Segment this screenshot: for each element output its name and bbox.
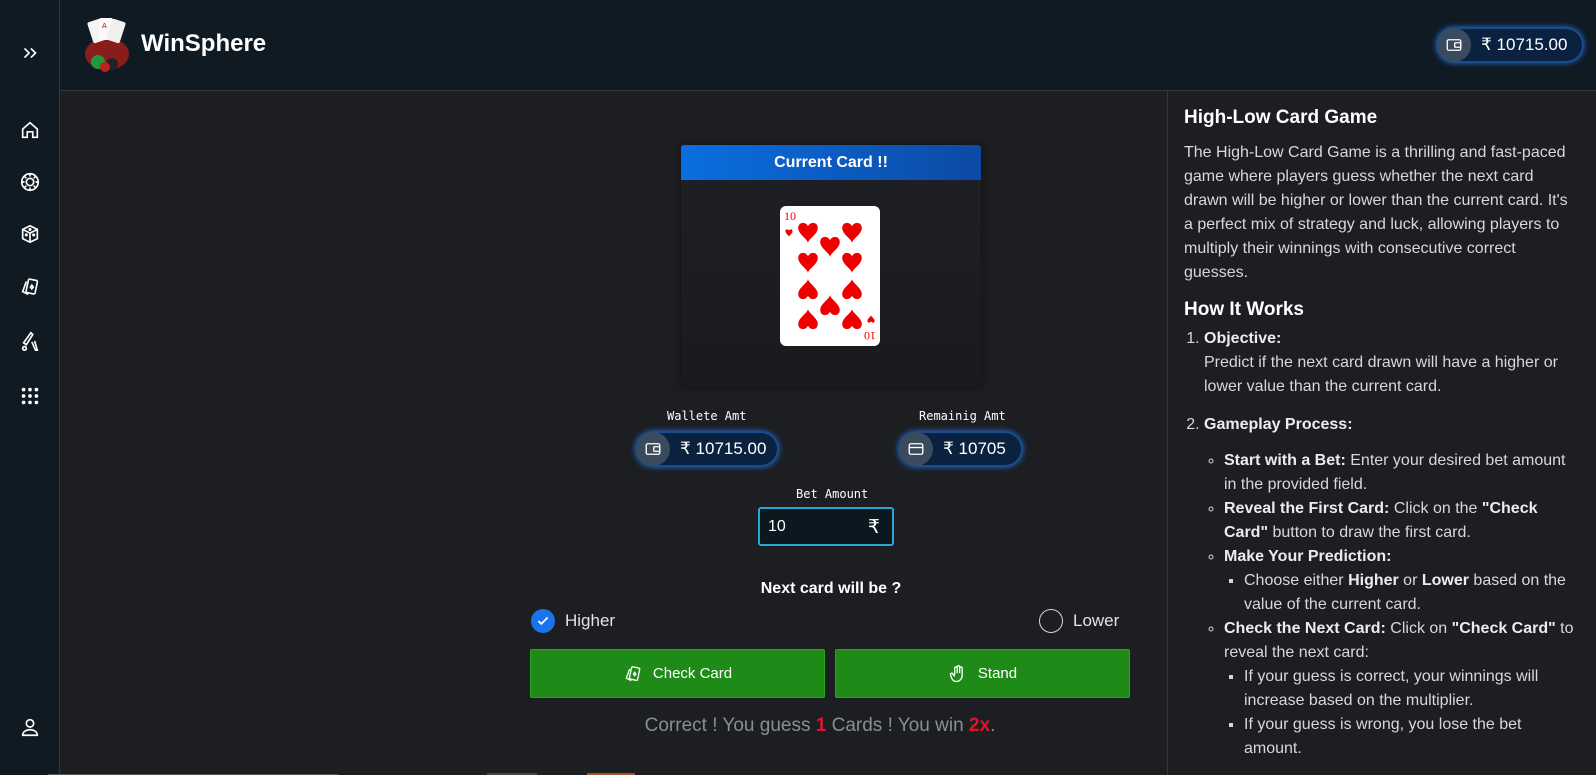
bet-amount-field: ₹ — [758, 507, 894, 546]
remaining-amount-display: ₹ 10705 — [898, 431, 1023, 467]
result-prefix: Correct ! You guess — [644, 715, 816, 736]
lower-option[interactable]: Lower — [1039, 609, 1119, 633]
hearts-card-face-icon: 10 10 — [784, 209, 876, 343]
sidebar — [0, 0, 60, 775]
stand-label: Stand — [977, 665, 1018, 682]
higher-option[interactable]: Higher — [531, 609, 615, 633]
step-text: Click on the — [1389, 500, 1482, 517]
result-suffix: . — [990, 715, 996, 736]
sidebar-item-more-games[interactable] — [14, 380, 46, 412]
svg-text:A: A — [102, 22, 107, 30]
cards-icon — [625, 665, 641, 681]
game-info-panel: High-Low Card Game The High-Low Card Gam… — [1167, 91, 1596, 775]
result-message: Correct ! You guess 1 Cards ! You win 2x… — [520, 715, 1120, 737]
logo-cards-icon: A — [85, 18, 129, 72]
top-header: A WinSphere ₹ 10715.00 — [60, 0, 1596, 91]
how-it-works-heading: How It Works — [1184, 299, 1304, 320]
credit-card-icon — [899, 432, 933, 466]
step-text: Choose either — [1244, 572, 1349, 589]
process-steps: Start with a Bet: Enter your desired bet… — [1224, 449, 1580, 761]
step-title: Start with a Bet: — [1224, 452, 1346, 469]
check-card-button[interactable]: Check Card — [530, 649, 825, 698]
list-item: If your guess is correct, your winnings … — [1244, 665, 1580, 713]
apps-grid-icon — [21, 387, 39, 405]
rupee-currency-icon: ₹ — [867, 517, 880, 538]
current-card-title: Current Card !! — [681, 145, 981, 180]
higher-label: Higher — [565, 611, 616, 630]
header-wallet-balance[interactable]: ₹ 10715.00 — [1436, 27, 1584, 63]
remaining-amount-value: ₹ 10705 — [943, 439, 1006, 458]
list-item: If your guess is wrong, you lose the bet… — [1244, 713, 1580, 761]
lower-label: Lower — [1073, 611, 1120, 630]
checkmark-icon — [537, 616, 549, 626]
hand-icon — [949, 664, 963, 682]
how-it-works-list: Objective: Predict if the next card draw… — [1204, 327, 1580, 761]
objective-title: Objective: — [1204, 330, 1282, 347]
list-item: Choose either Higher or Lower based on t… — [1244, 569, 1580, 617]
list-item: Gameplay Process: Start with a Bet: Ente… — [1204, 413, 1580, 761]
list-item: Check the Next Card: Click on "Check Car… — [1224, 617, 1580, 761]
svg-text:10: 10 — [784, 209, 796, 223]
step-title: Make Your Prediction: — [1224, 548, 1392, 565]
wallet-amount-label: Wallete Amt — [667, 409, 747, 423]
brand-name: WinSphere — [141, 30, 267, 57]
sidebar-item-cricket[interactable] — [14, 325, 46, 357]
wallet-icon — [636, 432, 670, 466]
step-text: or — [1398, 572, 1422, 589]
prediction-question: Next card will be ? — [760, 580, 902, 597]
process-title: Gameplay Process: — [1204, 416, 1353, 433]
remaining-amount-label: Remainig Amt — [919, 409, 1006, 423]
bet-amount-label: Bet Amount — [796, 487, 869, 501]
step-title: Check the Next Card: — [1224, 620, 1386, 637]
objective-text: Predict if the next card drawn will have… — [1204, 354, 1558, 395]
result-count: 1 — [815, 715, 827, 736]
sidebar-item-home[interactable] — [14, 114, 46, 146]
roulette-icon — [20, 172, 40, 192]
cards-icon — [21, 278, 39, 296]
chevrons-right-icon — [23, 47, 37, 59]
sidebar-item-profile[interactable] — [14, 711, 46, 743]
step-text: Click on — [1385, 620, 1452, 637]
list-item: Reveal the First Card: Click on the "Che… — [1224, 497, 1580, 545]
info-description: The High-Low Card Game is a thrilling an… — [1184, 144, 1568, 281]
winsphere-logo[interactable]: A — [82, 14, 132, 74]
lower-radio[interactable] — [1039, 609, 1063, 633]
cricket-icon — [21, 331, 39, 351]
result-multiplier: 2x — [968, 715, 991, 736]
higher-radio[interactable] — [531, 609, 555, 633]
stand-button[interactable]: Stand — [835, 649, 1130, 698]
sidebar-item-cards[interactable] — [14, 271, 46, 303]
sidebar-item-roulette[interactable] — [14, 166, 46, 198]
home-icon — [21, 121, 39, 139]
wallet-amount-display: ₹ 10715.00 — [635, 431, 779, 467]
game-area: Current Card !! 10 10 Wallete Amt ₹ 1071… — [60, 91, 1167, 775]
list-item: Make Your Prediction: Choose either High… — [1224, 545, 1580, 617]
current-card-panel: Current Card !! 10 10 — [681, 145, 981, 387]
bet-amount-input[interactable] — [768, 517, 858, 536]
list-item: Start with a Bet: Enter your desired bet… — [1224, 449, 1580, 497]
user-icon — [21, 718, 39, 737]
dice-icon — [21, 224, 39, 244]
ten-of-hearts-card: 10 10 — [780, 206, 880, 346]
svg-text:10: 10 — [864, 329, 876, 343]
step-quote: "Check Card" — [1451, 620, 1556, 637]
header-wallet-amount: ₹ 10715.00 — [1481, 35, 1568, 54]
check-card-label: Check Card — [652, 665, 733, 682]
info-title: High-Low Card Game — [1184, 107, 1378, 128]
wallet-icon — [1437, 28, 1471, 62]
sidebar-item-dice[interactable] — [14, 218, 46, 250]
step-keyword: Higher — [1348, 572, 1399, 589]
list-item: Objective: Predict if the next card draw… — [1204, 327, 1580, 399]
step-keyword: Lower — [1421, 572, 1469, 589]
expand-sidebar-button[interactable] — [14, 37, 46, 69]
step-title: Reveal the First Card: — [1224, 500, 1390, 517]
step-text: button to draw the first card. — [1268, 524, 1471, 541]
result-middle: Cards ! You win — [826, 715, 969, 736]
wallet-amount-value: ₹ 10715.00 — [680, 439, 767, 458]
sub-list: Choose either Higher or Lower based on t… — [1244, 569, 1580, 617]
sub-list: If your guess is correct, your winnings … — [1244, 665, 1580, 761]
